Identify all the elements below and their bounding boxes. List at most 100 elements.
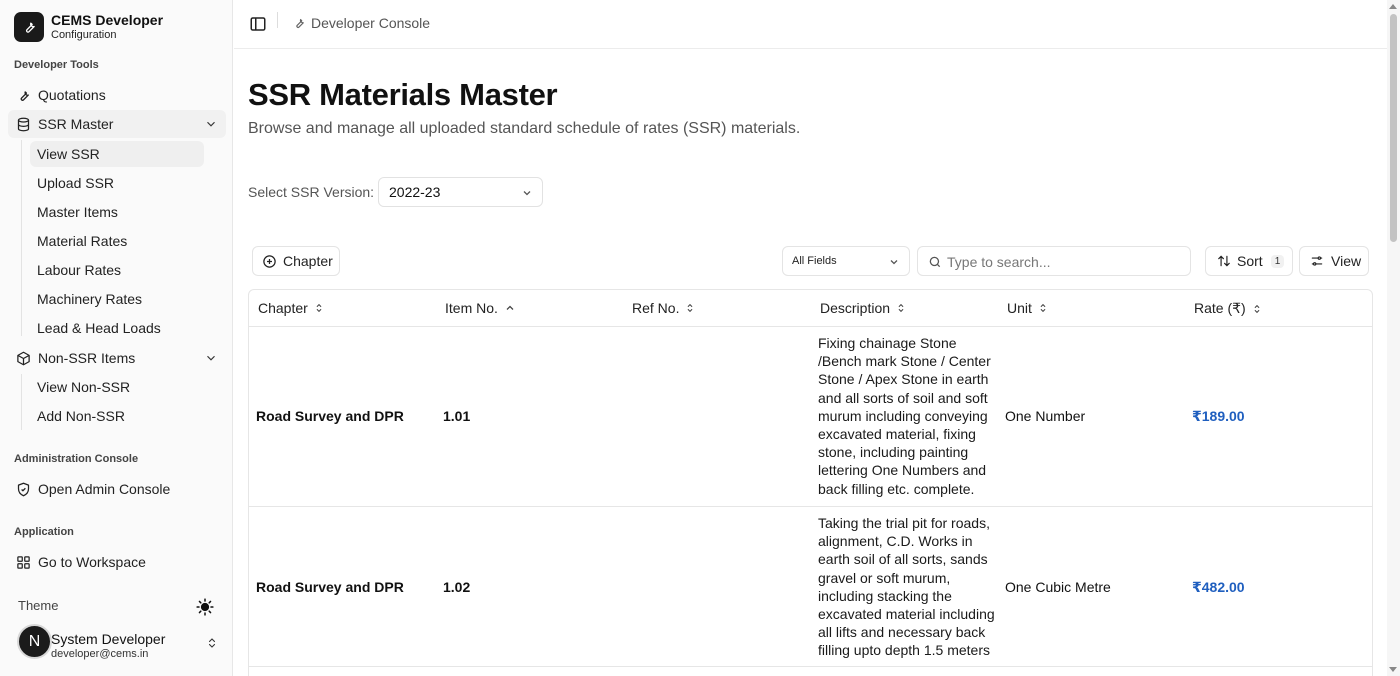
sort-updown-icon xyxy=(898,303,904,313)
brand-title: CEMS Developer xyxy=(51,12,164,28)
sidebar-sub-lead-head-loads[interactable]: Lead & Head Loads xyxy=(30,315,204,341)
sort-label: Sort xyxy=(1237,253,1263,269)
sort-button[interactable]: Sort 1 xyxy=(1205,246,1293,276)
sidebar-sub-view-ssr[interactable]: View SSR xyxy=(30,141,204,167)
page-subtitle: Browse and manage all uploaded standard … xyxy=(248,120,801,137)
column-header-label: Item No. xyxy=(445,300,498,316)
theme-label: Theme xyxy=(18,598,59,613)
sidebar-item-label: Go to Workspace xyxy=(38,554,146,570)
cell-rate: ₹189.00 xyxy=(1192,408,1245,424)
sidebar-sub-machinery-rates[interactable]: Machinery Rates xyxy=(30,286,204,312)
database-icon xyxy=(15,116,31,132)
page-scrollbar[interactable] xyxy=(1387,0,1400,676)
submenu-rail xyxy=(21,140,22,336)
sort-updown-icon xyxy=(316,303,322,313)
sidebar-item-label: Non-SSR Items xyxy=(38,350,136,366)
column-header-label: Description xyxy=(820,300,891,316)
sort-arrows-icon xyxy=(1218,255,1230,267)
table-header: Chapter Item No. Ref No. Description Uni… xyxy=(249,290,1372,327)
field-select[interactable]: All Fields xyxy=(782,246,910,276)
sort-updown-icon xyxy=(1254,304,1260,313)
version-value: 2022-23 xyxy=(389,184,441,200)
chapter-filter-button[interactable]: Chapter xyxy=(252,246,340,276)
chevron-down-icon xyxy=(207,121,215,127)
sidebar-item-non-ssr-items[interactable]: Non-SSR Items xyxy=(8,344,226,372)
column-header-description[interactable]: Description xyxy=(820,300,906,316)
user-menu[interactable]: N System Developer developer@cems.in xyxy=(16,623,224,661)
view-label: View xyxy=(1331,253,1362,269)
sidebar-sub-view-non-ssr[interactable]: View Non-SSR xyxy=(30,374,204,400)
submenu-rail xyxy=(21,374,22,430)
sliders-icon xyxy=(1311,256,1323,266)
sidebar-item-label: SSR Master xyxy=(38,116,114,132)
scroll-thumb[interactable] xyxy=(1390,14,1397,242)
sort-updown-icon xyxy=(1040,303,1046,313)
user-email: developer@cems.in xyxy=(51,648,149,660)
sun-icon[interactable] xyxy=(196,598,214,616)
column-header-label: Rate (₹) xyxy=(1194,300,1246,316)
sidebar: CEMS Developer Configuration Developer T… xyxy=(0,0,233,676)
table-row[interactable]: Road Survey and DPR 1.01 Fixing chainage… xyxy=(249,327,1372,507)
sort-count-badge: 1 xyxy=(1270,254,1285,268)
column-header-label: Unit xyxy=(1007,300,1032,316)
cell-unit: One Cubic Metre xyxy=(1005,579,1111,595)
column-header-ref-no[interactable]: Ref No. xyxy=(632,300,695,316)
sidebar-toggle-icon[interactable] xyxy=(249,15,267,33)
sidebar-sub-labour-rates[interactable]: Labour Rates xyxy=(30,257,204,283)
user-name: System Developer xyxy=(51,631,166,647)
column-header-chapter[interactable]: Chapter xyxy=(258,300,324,316)
theme-row: Theme xyxy=(18,598,218,618)
chevron-down-icon xyxy=(207,355,215,361)
chapter-button-label: Chapter xyxy=(283,253,333,269)
breadcrumb-label: Developer Console xyxy=(311,15,431,31)
sidebar-item-quotations[interactable]: Quotations xyxy=(8,81,226,109)
plus-circle-icon xyxy=(263,254,276,268)
field-select-value: All Fields xyxy=(792,255,837,267)
grid-icon xyxy=(15,554,31,570)
sidebar-sub-add-non-ssr[interactable]: Add Non-SSR xyxy=(30,403,204,429)
cell-item-no: 1.01 xyxy=(443,408,471,424)
sidebar-sub-upload-ssr[interactable]: Upload SSR xyxy=(30,170,204,196)
brand-subtitle: Configuration xyxy=(51,29,117,41)
scroll-down-arrow-icon[interactable] xyxy=(1389,667,1397,672)
wrench-icon xyxy=(15,87,31,103)
sidebar-item-ssr-master[interactable]: SSR Master xyxy=(8,110,226,138)
sidebar-item-open-admin[interactable]: Open Admin Console xyxy=(8,475,226,503)
sidebar-sub-material-rates[interactable]: Material Rates xyxy=(30,228,204,254)
version-label: Select SSR Version: xyxy=(248,184,375,200)
shield-check-icon xyxy=(15,481,31,497)
divider xyxy=(277,12,278,28)
chevron-down-icon xyxy=(523,191,531,196)
column-header-rate[interactable]: Rate (₹) xyxy=(1194,300,1262,317)
scroll-up-arrow-icon[interactable] xyxy=(1389,4,1397,9)
search-input[interactable] xyxy=(947,252,1182,272)
avatar: N xyxy=(17,624,52,659)
sort-updown-icon xyxy=(688,303,693,313)
topbar: Developer Console xyxy=(234,0,1387,49)
section-administration: Administration Console xyxy=(14,453,139,465)
section-application: Application xyxy=(14,526,74,538)
search-box xyxy=(917,246,1191,276)
cell-chapter: Road Survey and DPR xyxy=(256,579,404,595)
sidebar-sub-master-items[interactable]: Master Items xyxy=(30,199,204,225)
sidebar-item-label: Quotations xyxy=(38,87,106,103)
table-row[interactable]: Road Survey and DPR 1.02 Taking the tria… xyxy=(249,507,1372,667)
view-options-button[interactable]: View xyxy=(1299,246,1369,276)
wrench-logo-icon xyxy=(14,12,44,42)
column-header-label: Chapter xyxy=(258,300,308,316)
sidebar-item-workspace[interactable]: Go to Workspace xyxy=(8,548,226,576)
chevron-down-icon xyxy=(890,260,898,265)
breadcrumb[interactable]: Developer Console xyxy=(292,15,430,31)
cell-description: Taking the trial pit for roads, alignmen… xyxy=(818,515,995,659)
ssr-materials-table: Chapter Item No. Ref No. Description Uni… xyxy=(248,289,1373,676)
box-icon xyxy=(15,350,31,366)
wrench-icon xyxy=(296,18,304,29)
column-header-item-no[interactable]: Item No. xyxy=(445,300,516,316)
column-header-unit[interactable]: Unit xyxy=(1007,300,1048,316)
search-icon xyxy=(929,256,941,268)
brand[interactable]: CEMS Developer Configuration xyxy=(14,12,163,42)
sort-ascending-icon xyxy=(506,305,514,310)
section-developer-tools: Developer Tools xyxy=(14,59,99,71)
cell-rate: ₹482.00 xyxy=(1192,579,1245,595)
ssr-version-select[interactable]: 2022-23 xyxy=(378,177,543,207)
